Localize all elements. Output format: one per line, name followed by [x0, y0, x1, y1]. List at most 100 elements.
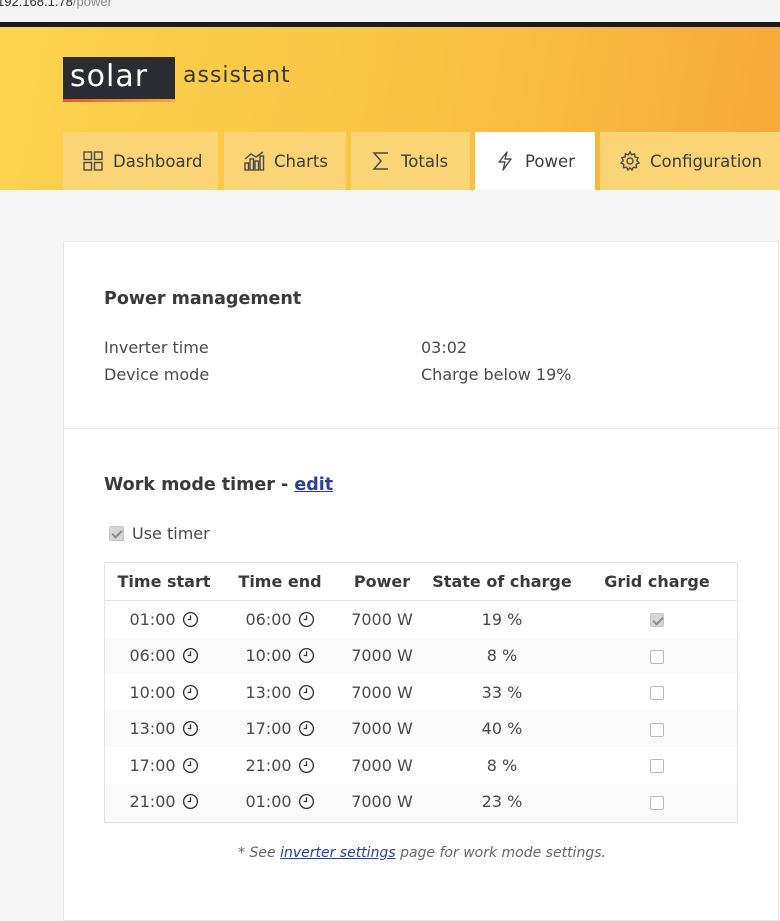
power-cell: 7000 W: [336, 637, 428, 674]
column-header: Time end: [224, 562, 336, 601]
table-row: 13:00 17:00 7000 W 40 %: [104, 710, 738, 747]
soc-cell: 19 %: [481, 609, 523, 629]
tab-label: Totals: [401, 151, 449, 171]
grid-charge-checkbox[interactable]: [650, 613, 664, 628]
tab-charts[interactable]: Charts: [224, 132, 346, 190]
power-card: Power management Inverter time 03:02 Dev…: [63, 241, 780, 921]
work-mode-table: Time start Time end Power State of charg…: [104, 562, 738, 820]
column-header: State of charge: [428, 562, 576, 601]
gear-icon: [619, 150, 641, 172]
browser-url-bar[interactable]: 192.168.1.78/power: [0, 0, 780, 22]
time-start-cell: 21:00: [104, 783, 224, 820]
clock-icon[interactable]: [182, 757, 199, 774]
clock-icon[interactable]: [182, 720, 199, 737]
tab-label: Configuration: [650, 151, 762, 171]
soc-cell: 23 %: [428, 783, 576, 820]
table-row: 21:00 01:00 7000 W 23 %: [104, 783, 738, 820]
time-start-cell: 10:00: [104, 674, 224, 711]
time-end-cell: 06:00: [224, 601, 336, 638]
time-start-cell: 13:00: [104, 710, 224, 747]
grid-charge-checkbox[interactable]: [650, 649, 664, 664]
clock-icon[interactable]: [298, 647, 315, 664]
dashboard-grid-icon: [82, 150, 104, 172]
table-row: 01:00 06:00 7000 W 19 %: [104, 601, 738, 638]
bar-chart-icon: [243, 150, 265, 172]
clock-icon[interactable]: [182, 793, 199, 810]
grid-charge-cell: [576, 710, 738, 747]
logo-main-text: solar: [70, 59, 149, 94]
column-header: Grid charge: [576, 562, 738, 601]
grid-charge-checkbox[interactable]: [650, 722, 664, 737]
clock-icon[interactable]: [298, 757, 315, 774]
time-end-cell: 21:00: [224, 747, 336, 784]
time-start-value: 21:00: [129, 792, 176, 812]
url-text: 192.168.1.78/power: [0, 0, 112, 9]
grid-charge-checkbox[interactable]: [650, 759, 664, 774]
time-end-cell: 01:00: [224, 783, 336, 820]
time-start-value: 01:00: [129, 609, 176, 629]
tab-power[interactable]: Power: [475, 132, 595, 190]
grid-charge-checkbox[interactable]: [650, 795, 664, 810]
grid-charge-cell: [576, 674, 738, 711]
tab-dashboard[interactable]: Dashboard: [63, 132, 218, 190]
time-end-value: 17:00: [245, 719, 292, 739]
time-end-value: 13:00: [245, 682, 292, 702]
logo-stripe: [63, 99, 175, 102]
time-start-cell: 17:00: [104, 747, 224, 784]
grid-charge-cell: [576, 637, 738, 674]
use-timer-label: Use timer: [132, 524, 210, 543]
section-divider: [64, 428, 780, 429]
grid-charge-checkbox[interactable]: [650, 686, 664, 701]
time-start-cell: 06:00: [104, 637, 224, 674]
soc-cell: 8 %: [428, 637, 576, 674]
inverter-time-value: 03:02: [421, 338, 468, 357]
soc-cell: 8 %: [486, 755, 518, 775]
inverter-settings-link[interactable]: inverter settings: [280, 845, 396, 861]
time-start-value: 17:00: [129, 755, 176, 775]
device-mode-label: Device mode: [104, 365, 210, 384]
time-start-value: 10:00: [129, 682, 176, 702]
time-end-value: 10:00: [245, 646, 292, 666]
column-header: Time start: [104, 562, 224, 601]
clock-icon[interactable]: [298, 720, 315, 737]
clock-icon[interactable]: [182, 684, 199, 701]
tab-label: Charts: [274, 151, 328, 171]
time-end-cell: 10:00: [224, 637, 336, 674]
tab-configuration[interactable]: Configuration: [600, 132, 780, 190]
use-timer-row: Use timer: [109, 524, 210, 543]
app-header: solar assistant Dashboard Charts Totals …: [0, 27, 780, 190]
clock-icon[interactable]: [298, 793, 315, 810]
clock-icon[interactable]: [298, 611, 315, 628]
work-mode-timer-title: Work mode timer - edit: [104, 475, 334, 495]
inverter-time-label: Inverter time: [104, 338, 209, 357]
footnote: * See inverter settings page for work mo…: [238, 845, 606, 861]
lightning-icon: [494, 150, 516, 172]
device-mode-value: Charge below 19%: [421, 365, 572, 384]
time-end-value: 01:00: [245, 792, 292, 812]
edit-link[interactable]: edit: [294, 475, 333, 495]
column-header: Power: [336, 562, 428, 601]
time-end-cell: 17:00: [224, 710, 336, 747]
clock-icon[interactable]: [182, 647, 199, 664]
grid-charge-cell: [576, 783, 738, 820]
clock-icon[interactable]: [298, 684, 315, 701]
time-start-value: 06:00: [129, 646, 176, 666]
grid-charge-cell: [576, 601, 738, 638]
table-row: 06:00 10:00 7000 W8 %: [104, 637, 738, 674]
time-end-cell: 13:00: [224, 674, 336, 711]
grid-charge-cell: [576, 747, 738, 784]
power-cell: 7000 W: [351, 609, 413, 629]
logo[interactable]: solar: [63, 57, 175, 102]
time-end-value: 06:00: [245, 609, 292, 629]
logo-sub-text: assistant: [183, 63, 291, 88]
table-row: 17:00 21:00 7000 W 8 %: [104, 747, 738, 784]
tab-totals[interactable]: Totals: [351, 132, 470, 190]
power-cell: 7000 W: [351, 682, 413, 702]
power-cell: 7000 W: [351, 755, 413, 775]
tab-label: Power: [525, 151, 575, 171]
time-start-cell: 01:00: [104, 601, 224, 638]
use-timer-checkbox[interactable]: [109, 526, 124, 541]
power-cell: 7000 W: [336, 783, 428, 820]
clock-icon[interactable]: [182, 611, 199, 628]
tab-label: Dashboard: [113, 151, 203, 171]
